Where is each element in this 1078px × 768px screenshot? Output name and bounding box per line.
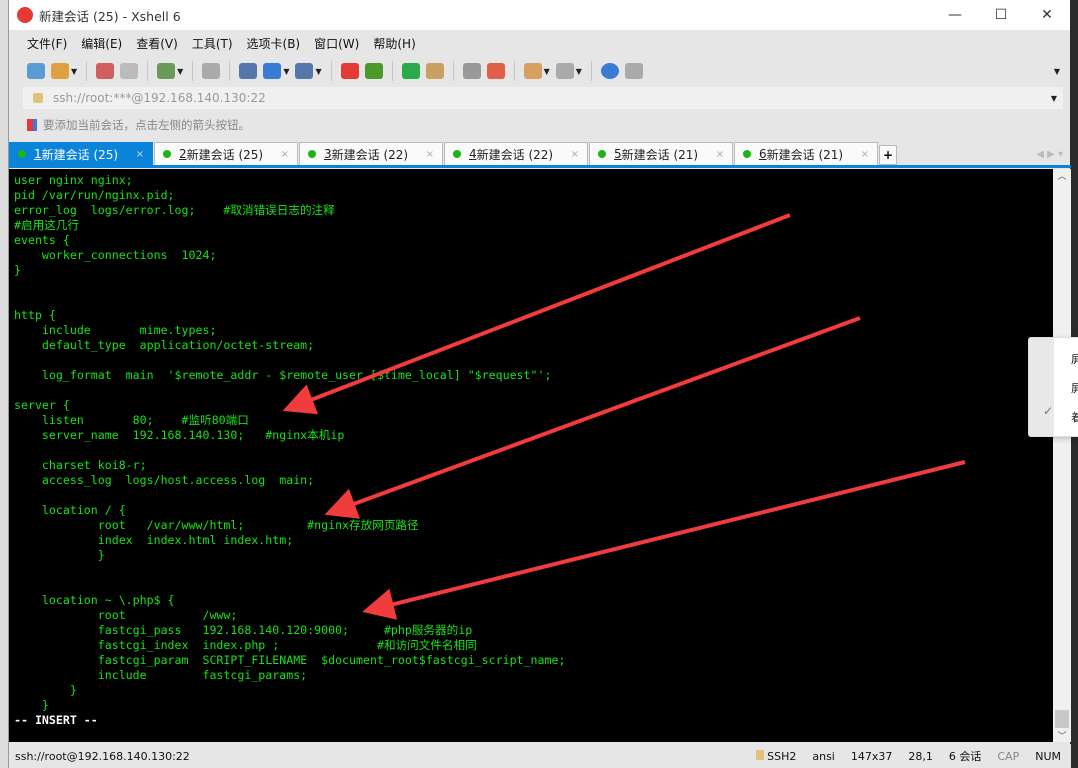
annotation-arrows: [282, 213, 966, 620]
arrow-to-php-root: [362, 460, 966, 620]
arrow-to-root: [324, 316, 861, 519]
arrow-to-listen: [282, 213, 791, 415]
